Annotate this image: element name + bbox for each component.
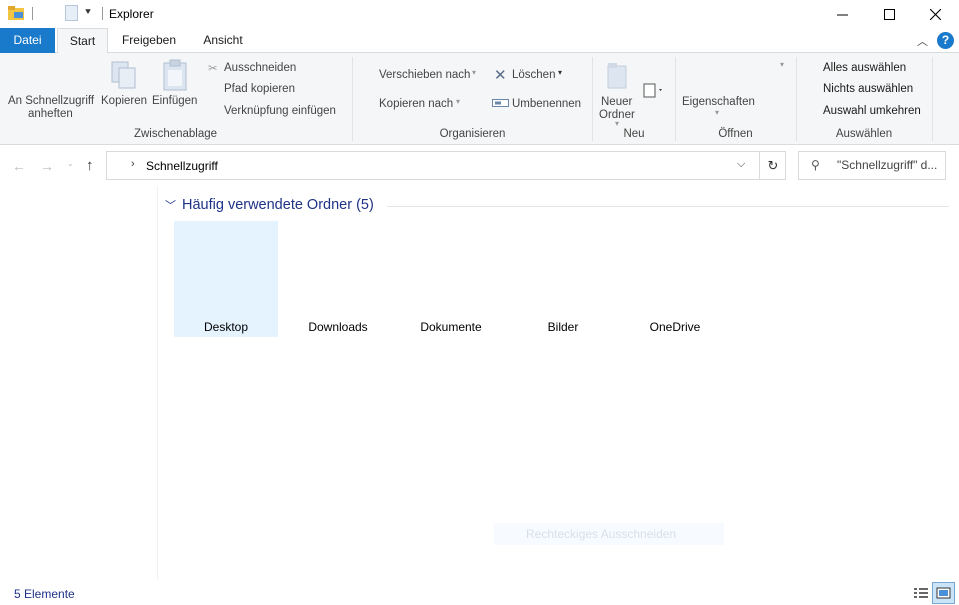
details-view-icon[interactable]	[911, 584, 931, 602]
paste-icon	[163, 59, 187, 91]
paste-shortcut-button[interactable]: Verknüpfung einfügen	[224, 105, 336, 117]
delete-icon: ✕	[494, 67, 507, 84]
select-all-button[interactable]: Alles auswählen	[823, 62, 906, 74]
navigation-pane[interactable]	[0, 186, 158, 580]
folder-tile-desktop[interactable]: Desktop	[174, 221, 278, 337]
tiles-icon	[936, 587, 951, 599]
snip-tooltip-ghost: Rechteckiges Ausschneiden	[494, 523, 724, 545]
pin-quick-access-button-line2[interactable]: anheften	[28, 108, 73, 120]
breadcrumb-path[interactable]: Schnellzugriff	[146, 159, 218, 173]
section-title: Häufig verwendete Ordner (5)	[182, 197, 374, 213]
navigation-bar: ← → ⌄ ↑ › Schnellzugriff ⌵ ↻ ⚲	[0, 146, 959, 186]
new-folder-button-line1[interactable]: Neuer	[601, 96, 632, 108]
properties-button[interactable]: Eigenschaften	[682, 96, 755, 108]
copy-button[interactable]: Kopieren	[101, 95, 147, 107]
search-icon: ⚲	[811, 158, 820, 172]
search-box[interactable]: ⚲	[798, 151, 946, 180]
delete-button[interactable]: Löschen	[512, 69, 555, 81]
title-separator	[102, 7, 103, 20]
group-label-organisieren: Organisieren	[439, 128, 506, 140]
pin-quick-access-button-line1[interactable]: An Schnellzugriff	[8, 95, 94, 107]
help-icon[interactable]: ?	[937, 32, 954, 49]
properties-dropdown-icon: ▾	[780, 60, 785, 69]
folder-tile-bilder[interactable]: Bilder	[511, 221, 615, 337]
properties-more-icon: ▾	[715, 108, 720, 117]
folder-tile-downloads[interactable]: Downloads	[286, 221, 390, 337]
title-bar: ⯆ Explorer	[0, 0, 959, 28]
search-input[interactable]	[837, 158, 943, 172]
move-to-dropdown-icon: ▾	[472, 68, 477, 77]
item-count: 5 Elemente	[14, 587, 75, 601]
breadcrumb-chevron-icon[interactable]: ›	[131, 158, 135, 170]
invert-selection-button[interactable]: Auswahl umkehren	[823, 105, 921, 117]
group-label-neu: Neu	[623, 128, 645, 140]
chevron-down-icon[interactable]: ﹀	[165, 197, 176, 213]
window-title: Explorer	[109, 7, 154, 21]
recent-locations-icon[interactable]: ⌄	[67, 159, 74, 168]
group-label-zwischenablage: Zwischenablage	[133, 128, 218, 140]
group-label-auswaehlen: Auswählen	[835, 128, 893, 140]
folder-label: Bilder	[547, 320, 579, 334]
tab-start[interactable]: Start	[57, 28, 108, 54]
rename-button[interactable]: Umbenennen	[512, 98, 581, 110]
copy-icon	[111, 61, 136, 89]
section-divider	[387, 206, 949, 207]
group-label-oeffnen: Öffnen	[718, 128, 753, 140]
status-bar: 5 Elemente	[0, 580, 959, 605]
copy-path-button[interactable]: Pfad kopieren	[224, 83, 295, 95]
folder-tile-dokumente[interactable]: Dokumente	[399, 221, 503, 337]
maximize-icon	[883, 8, 895, 20]
select-none-button[interactable]: Nichts auswählen	[823, 83, 913, 95]
properties-icon[interactable]	[65, 5, 78, 21]
customize-quick-access-icon[interactable]: ⯆	[84, 7, 92, 18]
folder-label: Desktop	[203, 320, 249, 334]
section-header[interactable]: ﹀ Häufig verwendete Ordner (5)	[165, 197, 374, 213]
folder-icon[interactable]	[8, 6, 24, 20]
address-bar[interactable]: › Schnellzugriff ⌵ ↻	[106, 151, 786, 180]
maximize-button[interactable]	[866, 0, 912, 28]
paste-button[interactable]: Einfügen	[152, 95, 197, 107]
delete-dropdown-icon: ▾	[558, 68, 563, 77]
refresh-icon[interactable]: ↻	[759, 152, 786, 179]
minimize-icon	[836, 14, 848, 15]
minimize-button[interactable]	[819, 0, 865, 28]
move-to-button[interactable]: Verschieben nach	[379, 69, 470, 81]
new-folder-dropdown-icon: ▾	[615, 119, 620, 128]
ribbon: An Schnellzugriff anheften Kopieren Einf…	[0, 53, 959, 145]
folder-label: Dokumente	[420, 320, 482, 334]
ribbon-tabs: Datei Start Freigeben Ansicht ︿ ?	[0, 28, 959, 54]
collapse-ribbon-icon[interactable]: ︿	[917, 33, 928, 49]
copy-to-dropdown-icon: ▾	[456, 97, 461, 106]
tab-ansicht[interactable]: Ansicht	[192, 28, 254, 53]
tab-datei[interactable]: Datei	[0, 28, 55, 53]
back-arrow-icon[interactable]: ←	[12, 158, 26, 174]
tab-freigeben[interactable]: Freigeben	[113, 28, 185, 53]
file-view: ﹀ Häufig verwendete Ordner (5) Desktop D…	[159, 186, 959, 580]
up-arrow-icon[interactable]: ↑	[86, 157, 94, 174]
scissors-icon: ✂	[208, 63, 218, 75]
chevron-down-icon[interactable]: ⌵	[737, 158, 745, 171]
quick-access-separator	[32, 7, 33, 20]
large-icons-view-icon[interactable]	[932, 582, 955, 604]
new-folder-icon	[607, 63, 627, 89]
close-button[interactable]	[912, 0, 958, 28]
folder-tile-onedrive[interactable]: OneDrive	[623, 221, 727, 337]
new-item-icon[interactable]	[643, 81, 665, 99]
copy-to-button[interactable]: Kopieren nach	[379, 98, 453, 110]
folder-label: Downloads	[308, 320, 368, 334]
group-divider	[932, 57, 933, 141]
rename-icon	[492, 99, 509, 107]
folder-label: OneDrive	[649, 320, 701, 334]
forward-arrow-icon[interactable]: →	[40, 158, 54, 174]
cut-button[interactable]: Ausschneiden	[224, 62, 296, 74]
close-icon	[929, 8, 941, 20]
